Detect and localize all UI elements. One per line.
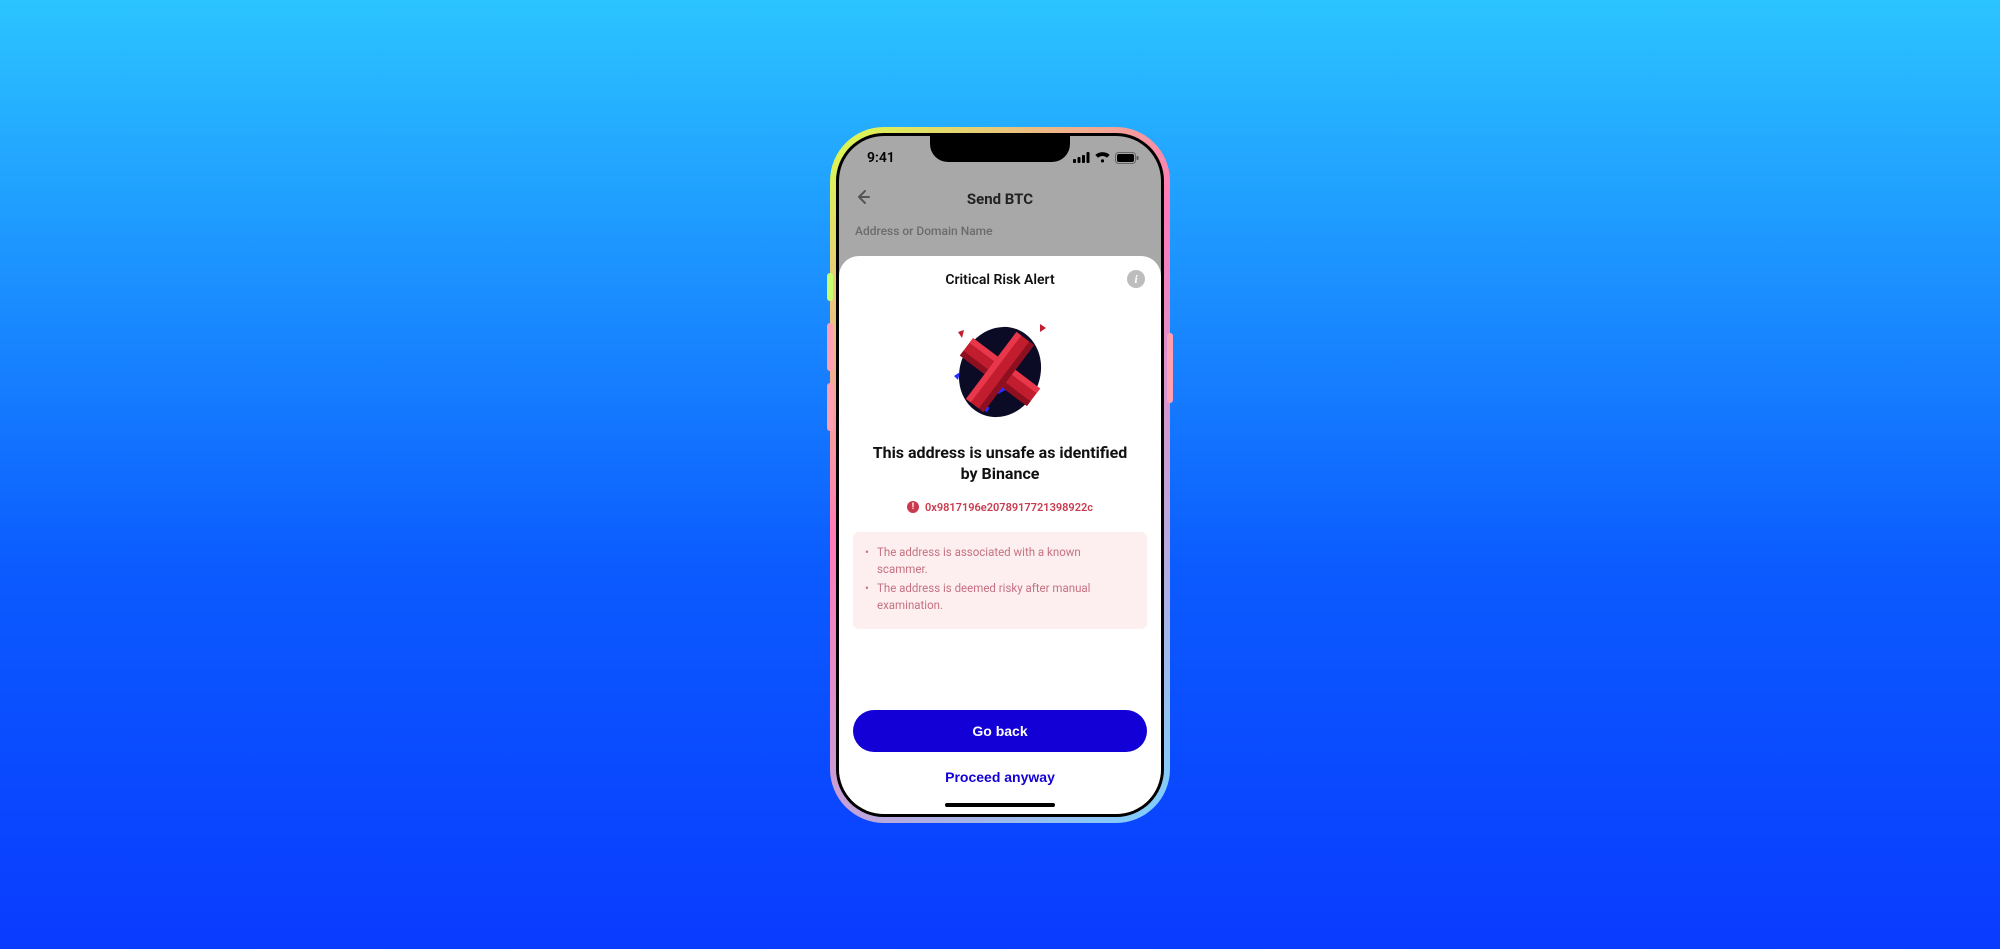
home-indicator[interactable] <box>945 803 1055 807</box>
nav-header: Send BTC <box>839 180 1161 218</box>
page-title: Send BTC <box>967 190 1033 208</box>
alert-illustration <box>940 314 1060 434</box>
volume-down-button <box>827 383 833 431</box>
risk-reason: The address is associated with a known s… <box>863 544 1133 579</box>
phone-frame: 9:41 <box>836 133 1164 817</box>
wifi-icon <box>1095 152 1110 163</box>
sheet-title: Critical Risk Alert <box>945 272 1054 288</box>
volume-up-button <box>827 323 833 371</box>
arrow-left-icon <box>853 187 873 207</box>
notch <box>930 136 1070 162</box>
power-button <box>1167 333 1173 403</box>
flagged-address: 0x9817196e2078917721398922c <box>925 501 1093 514</box>
screen: 9:41 <box>839 136 1161 814</box>
alert-heading: This address is unsafe as identified by … <box>839 442 1161 485</box>
sheet-actions: Go back Proceed anyway <box>839 696 1161 814</box>
status-time: 9:41 <box>867 150 895 166</box>
address-input-label[interactable]: Address or Domain Name <box>839 218 1161 248</box>
sheet-header: Critical Risk Alert i <box>839 256 1161 296</box>
risk-reasons-box: The address is associated with a known s… <box>853 532 1147 629</box>
cellular-icon <box>1073 152 1090 163</box>
battery-icon <box>1115 152 1139 164</box>
sheet-body: This address is unsafe as identified by … <box>839 296 1161 696</box>
risk-alert-sheet: Critical Risk Alert i <box>839 256 1161 814</box>
status-right <box>1073 152 1139 164</box>
warning-icon: ! <box>907 501 919 513</box>
flagged-address-row: ! 0x9817196e2078917721398922c <box>907 501 1093 514</box>
mute-switch <box>827 273 833 301</box>
risk-reason: The address is deemed risky after manual… <box>863 580 1133 615</box>
proceed-anyway-button[interactable]: Proceed anyway <box>853 758 1147 796</box>
go-back-button[interactable]: Go back <box>853 710 1147 752</box>
back-button[interactable] <box>853 187 873 211</box>
info-button[interactable]: i <box>1127 270 1145 288</box>
